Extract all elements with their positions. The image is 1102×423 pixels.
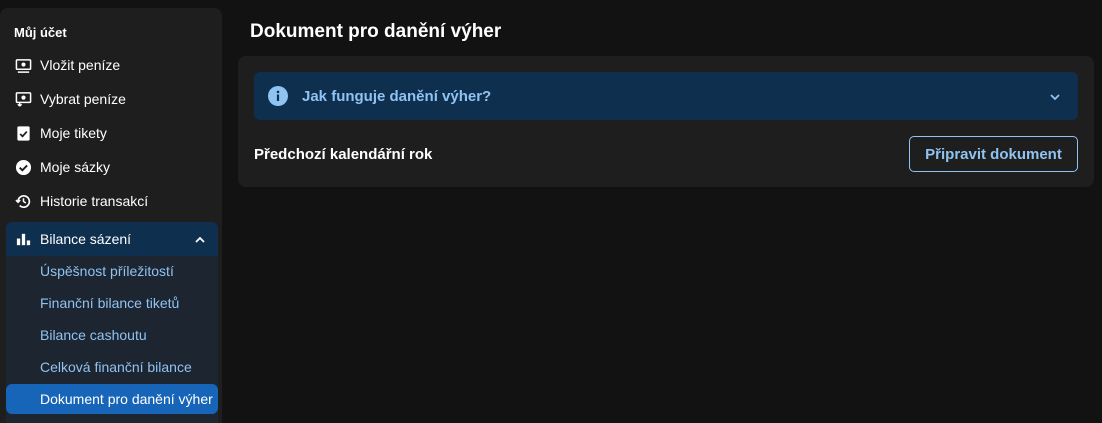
sidebar-item-deposit[interactable]: Vložit peníze (6, 49, 218, 81)
history-icon (15, 193, 32, 210)
sidebar-title: Můj účet (14, 25, 67, 40)
sidebar-subitem-opportunity-success[interactable]: Úspěšnost příležitostí (6, 256, 218, 286)
page: Můj účet Vložit peníze Vybrat peníze Moj… (0, 0, 1102, 423)
tickets-icon (15, 125, 32, 142)
chevron-up-icon[interactable] (194, 233, 206, 245)
bar-chart-icon (15, 231, 32, 248)
sidebar-item-label: Vložit peníze (40, 57, 121, 73)
tax-document-card: Jak funguje danění výher? Předchozí kale… (238, 56, 1094, 187)
sidebar-subitem-ticket-balance[interactable]: Finanční bilance tiketů (6, 288, 218, 318)
sidebar-item-label: Moje tikety (40, 125, 107, 141)
sidebar-group-items: Úspěšnost příležitostí Finanční bilance … (6, 256, 218, 423)
previous-year-label: Předchozí kalendářní rok (254, 146, 433, 163)
sidebar-item-history[interactable]: Historie transakcí (6, 185, 218, 217)
sidebar-subitem-tax-document[interactable]: Dokument pro danění výher (6, 384, 218, 414)
sidebar-item-bets[interactable]: Moje sázky (6, 151, 218, 183)
sidebar-item-label: Historie transakcí (40, 193, 149, 209)
sidebar: Můj účet Vložit peníze Vybrat peníze Moj… (0, 8, 222, 423)
sidebar-item-tickets[interactable]: Moje tikety (6, 117, 218, 149)
deposit-icon (15, 57, 32, 74)
prepare-document-button[interactable]: Připravit dokument (909, 136, 1078, 172)
sidebar-group-label: Bilance sázení (40, 231, 132, 247)
how-taxation-works-accordion[interactable]: Jak funguje danění výher? (254, 72, 1078, 120)
chevron-down-icon[interactable] (1049, 90, 1061, 102)
withdraw-icon (15, 91, 32, 108)
check-circle-icon (15, 159, 32, 176)
sidebar-item-label: Vybrat peníze (40, 91, 126, 107)
sidebar-group-betting-balance[interactable]: Bilance sázení (6, 222, 218, 256)
page-title: Dokument pro danění výher (250, 21, 502, 42)
info-icon (268, 86, 288, 106)
accordion-label: Jak funguje danění výher? (302, 88, 492, 105)
sidebar-subitem-cashout-balance[interactable]: Bilance cashoutu (6, 320, 218, 350)
sidebar-item-withdraw[interactable]: Vybrat peníze (6, 83, 218, 115)
sidebar-item-label: Moje sázky (40, 159, 111, 175)
sidebar-subitem-total-balance[interactable]: Celková finanční bilance (6, 352, 218, 382)
